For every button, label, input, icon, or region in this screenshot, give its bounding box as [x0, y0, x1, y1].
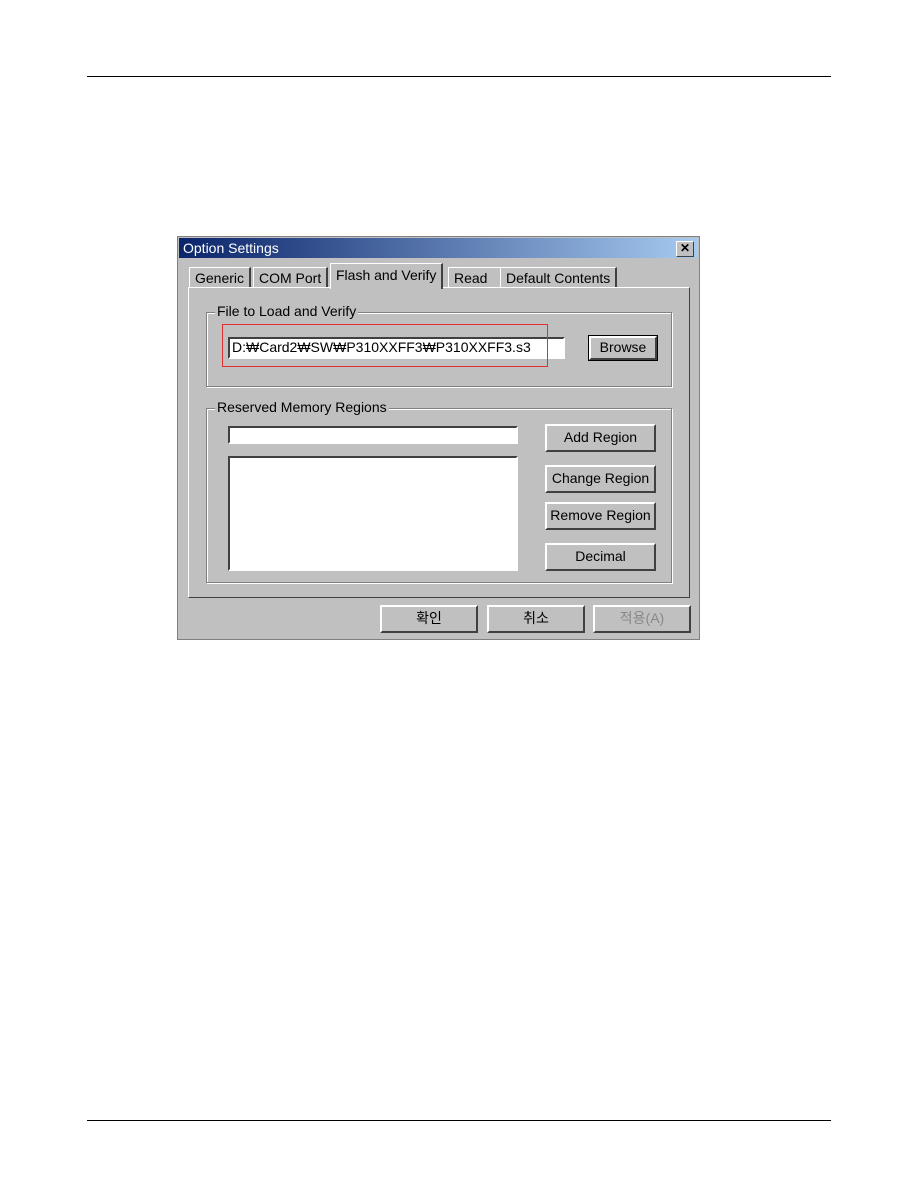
tab-flash-and-verify[interactable]: Flash and Verify [330, 263, 444, 289]
ok-button[interactable]: 확인 [380, 605, 478, 633]
decimal-button[interactable]: Decimal [545, 543, 656, 571]
file-group-label: File to Load and Verify [215, 303, 359, 319]
option-settings-dialog: Option Settings ✕ Generic COM Port Flash… [177, 236, 700, 640]
footer-rule [87, 1120, 831, 1121]
tab-default-contents[interactable]: Default Contents [500, 267, 618, 288]
title-bar: Option Settings ✕ [179, 238, 698, 258]
tab-com-port[interactable]: COM Port [253, 267, 329, 288]
header-rule [87, 76, 831, 77]
remove-region-button[interactable]: Remove Region [545, 502, 656, 530]
tab-generic[interactable]: Generic [189, 267, 252, 288]
region-input[interactable] [228, 426, 518, 444]
dialog-title: Option Settings [183, 240, 279, 256]
add-region-button[interactable]: Add Region [545, 424, 656, 452]
cancel-button[interactable]: 취소 [487, 605, 585, 633]
change-region-button[interactable]: Change Region [545, 465, 656, 493]
close-icon[interactable]: ✕ [676, 241, 694, 257]
regions-group-label: Reserved Memory Regions [215, 399, 389, 415]
apply-button[interactable]: 적용(A) [593, 605, 691, 633]
document-page: Option Settings ✕ Generic COM Port Flash… [0, 0, 918, 1188]
regions-list[interactable] [228, 456, 518, 571]
browse-button[interactable]: Browse [588, 335, 658, 361]
highlight-box [222, 324, 548, 367]
tab-read[interactable]: Read [448, 267, 503, 288]
